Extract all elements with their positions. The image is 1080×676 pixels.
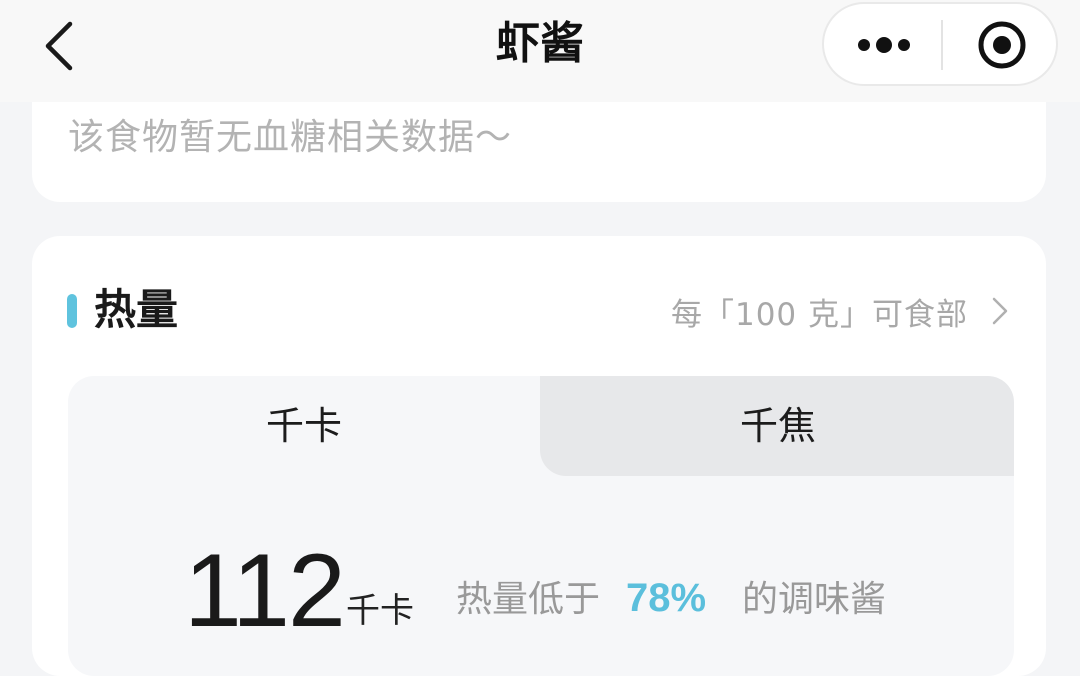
serving-size-selector[interactable]: 每「100 克」可食部	[671, 288, 1010, 334]
glycemic-empty-text: 该食物暂无血糖相关数据～	[68, 117, 513, 158]
chevron-left-icon	[45, 21, 73, 71]
target-close-icon	[978, 21, 1026, 69]
tab-kj[interactable]: 千焦	[542, 376, 1014, 476]
energy-card: 热量 每「100 克」可食部 千卡 千焦 112 千卡 热量低于 78% 的调味…	[32, 236, 1046, 676]
tab-kcal[interactable]: 千卡	[68, 376, 540, 476]
mini-program-capsule	[822, 2, 1058, 86]
close-button[interactable]	[944, 4, 1056, 84]
serving-size-label: 每「100 克」可食部	[670, 296, 968, 333]
capsule-divider	[941, 20, 943, 70]
comparison-percent: 78%	[626, 576, 707, 620]
more-dots-icon	[858, 37, 910, 53]
chevron-right-icon	[992, 297, 1008, 325]
section-accent-bar	[67, 294, 77, 328]
navigation-bar: 虾酱	[0, 0, 1080, 102]
comparison-prefix: 热量低于	[456, 579, 601, 620]
back-button[interactable]	[34, 16, 90, 72]
page-title: 虾酱	[496, 18, 584, 69]
energy-section-title: 热量	[94, 285, 179, 334]
energy-value: 112	[184, 533, 346, 649]
more-button[interactable]	[824, 4, 940, 84]
comparison-suffix: 的调味酱	[742, 579, 887, 620]
energy-unit: 千卡	[346, 591, 414, 631]
energy-stats-box: 千卡 千焦 112 千卡 热量低于 78% 的调味酱	[68, 376, 1014, 676]
